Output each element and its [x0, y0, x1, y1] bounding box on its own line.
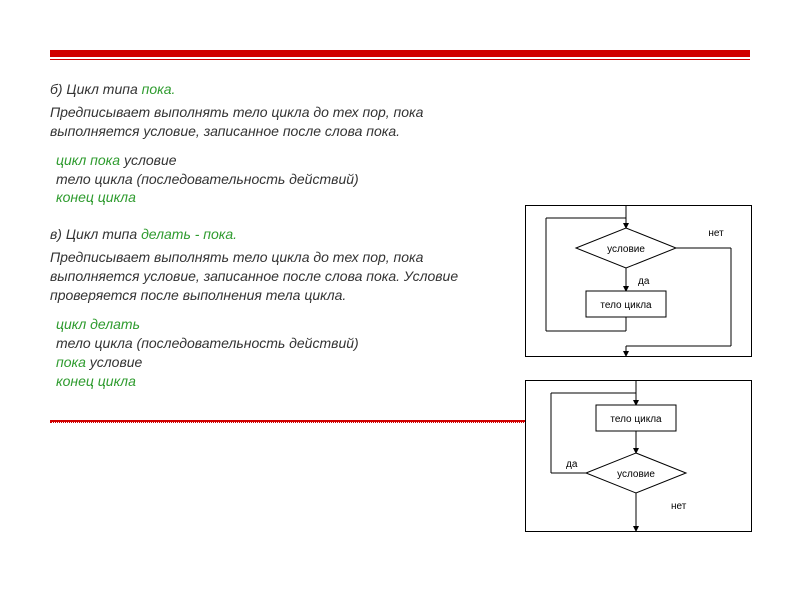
- diagram-no-label: нет: [671, 501, 687, 512]
- diagram-body-label: тело цикла: [600, 300, 652, 311]
- section-b-heading: б) Цикл типа пока.: [50, 80, 750, 99]
- diagram-condition-label: условие: [607, 244, 645, 255]
- flowchart-while: условие нет да тело цикла: [525, 205, 752, 357]
- section-v-prefix: в) Цикл типа: [50, 226, 141, 242]
- kw-cycle-while: цикл пока: [56, 152, 120, 168]
- section-v-keyword: делать - пока.: [141, 226, 237, 242]
- top-rule-thin: [50, 59, 750, 60]
- diagram-no-label: нет: [708, 228, 724, 239]
- code-line: тело цикла (последовательность действий): [56, 170, 750, 189]
- section-b-description: Предписывает выполнять тело цикла до тех…: [50, 103, 510, 141]
- code-line: цикл пока условие: [56, 151, 750, 170]
- diagram-body-label: тело цикла: [610, 414, 662, 425]
- flowchart-do-while: тело цикла условие да нет: [525, 380, 752, 532]
- top-rule-thick: [50, 50, 750, 57]
- kw-while: пока: [56, 354, 86, 370]
- section-b-prefix: б) Цикл типа: [50, 81, 142, 97]
- diagram-yes-label: да: [638, 276, 650, 287]
- diagram-yes-label: да: [566, 459, 578, 470]
- section-b-keyword: пока.: [142, 81, 176, 97]
- code-text: условие: [120, 152, 176, 168]
- code-text: условие: [86, 354, 142, 370]
- section-v-description: Предписывает выполнять тело цикла до тех…: [50, 248, 510, 305]
- diagram-condition-label: условие: [617, 469, 655, 480]
- section-b: б) Цикл типа пока. Предписывает выполнят…: [50, 80, 750, 217]
